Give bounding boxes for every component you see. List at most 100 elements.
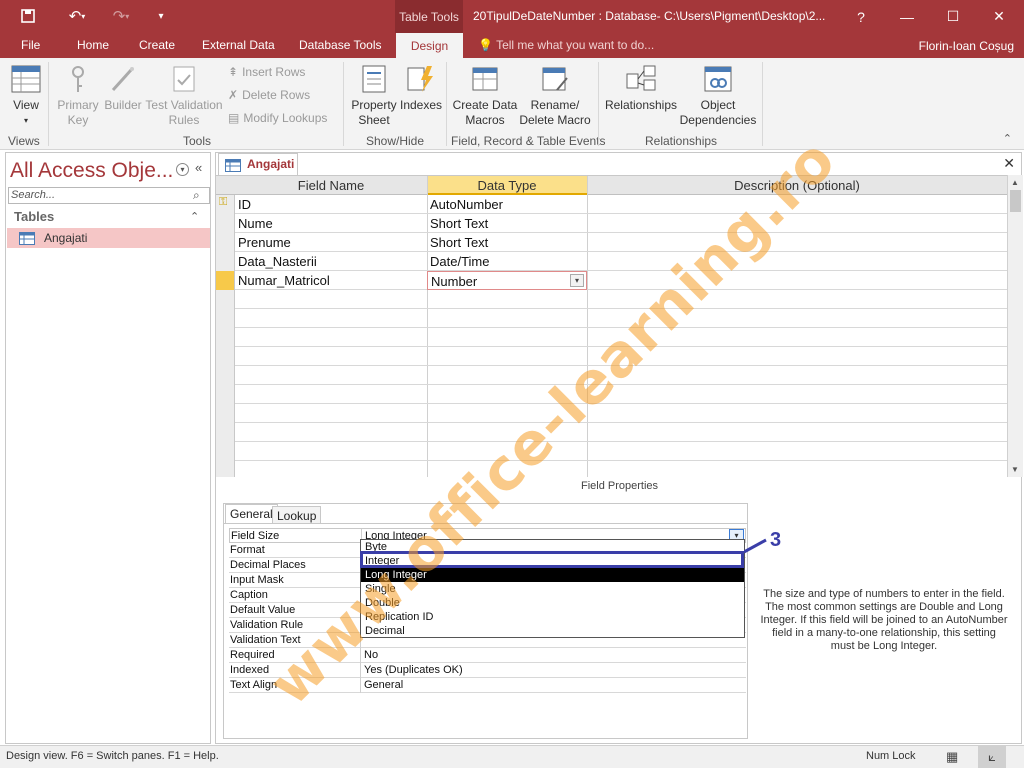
tab-design[interactable]: Design [396,33,463,58]
undo-icon[interactable]: ↶ ▾ [62,6,92,26]
collapse-section-icon[interactable]: ⌃ [190,210,199,223]
prop-row[interactable]: Required No [229,648,746,663]
header-field-name[interactable]: Field Name [235,176,427,195]
empty-row[interactable] [216,328,1007,347]
row-selector[interactable] [216,461,235,477]
table-row[interactable]: Data_Nasterii Date/Time [216,252,1007,271]
scroll-up-icon[interactable]: ▲ [1011,178,1019,187]
table-row[interactable]: ⚿ ID AutoNumber [216,195,1007,214]
row-selector[interactable] [216,290,235,309]
option-double[interactable]: Double [361,596,744,610]
row-selector[interactable] [216,233,235,252]
save-icon[interactable] [18,6,38,26]
minimize-button[interactable]: — [884,0,930,33]
prop-value[interactable]: No [362,648,746,663]
row-selector[interactable] [216,252,235,271]
header-description[interactable]: Description (Optional) [587,176,1007,195]
empty-row[interactable] [216,404,1007,423]
row-selector[interactable] [216,309,235,328]
row-selector[interactable] [216,214,235,233]
builder-button[interactable]: Builder [102,58,144,113]
tab-home[interactable]: Home [77,38,109,52]
table-row-selected[interactable]: Numar_Matricol Number ▾ [216,271,1007,290]
chevron-down-icon[interactable]: ▾ [570,274,584,287]
row-selector[interactable] [216,423,235,442]
row-selector[interactable] [216,442,235,461]
vertical-scrollbar[interactable]: ▲ ▼ [1007,175,1023,477]
insert-rows-button[interactable]: ⇞ Insert Rows [228,65,305,79]
data-type-select[interactable]: Number ▾ [427,271,587,290]
nav-section-tables[interactable]: Tables [14,209,54,224]
option-replication-id[interactable]: Replication ID [361,610,744,624]
option-decimal[interactable]: Decimal [361,624,744,638]
rename-delete-macro-button[interactable]: Rename/ Delete Macro [518,58,592,128]
empty-row[interactable] [216,290,1007,309]
data-type-cell[interactable]: Short Text [427,214,488,233]
row-selector[interactable] [216,385,235,404]
modify-lookups-button[interactable]: ▤ Modify Lookups [228,111,327,125]
doc-tab-angajati[interactable]: Angajati [218,153,298,175]
scroll-down-icon[interactable]: ▼ [1011,465,1019,474]
prop-value[interactable]: General [362,678,746,693]
empty-row[interactable] [216,309,1007,328]
field-name-cell[interactable]: ID [235,195,251,214]
option-single[interactable]: Single [361,582,744,596]
view-button[interactable]: View ▾ [6,58,46,128]
empty-row[interactable] [216,423,1007,442]
tab-database-tools[interactable]: Database Tools [299,38,382,52]
row-selector[interactable] [216,328,235,347]
nav-search-input[interactable]: Search... [8,187,210,204]
close-doc-icon[interactable]: ✕ [1003,155,1015,172]
maximize-button[interactable]: ☐ [930,0,976,33]
user-name[interactable]: Florin-Ioan Coșug [919,39,1014,53]
prop-row[interactable]: Text Align General [229,678,746,693]
delete-rows-button[interactable]: ✗ Delete Rows [228,88,310,102]
header-data-type[interactable]: Data Type [427,176,587,195]
datasheet-view-icon[interactable]: ▦ [946,749,958,765]
scroll-thumb[interactable] [1010,190,1021,212]
data-type-cell[interactable]: Date/Time [427,252,489,271]
field-name-cell[interactable]: Numar_Matricol [235,271,330,290]
row-selector[interactable] [216,366,235,385]
customize-qat-icon[interactable]: ▾ [151,6,171,26]
object-dependencies-button[interactable]: Object Dependencies [678,58,758,128]
search-icon[interactable]: ⌕ [193,188,200,203]
table-row[interactable]: Nume Short Text [216,214,1007,233]
indexes-button[interactable]: Indexes [400,58,442,113]
prop-row[interactable]: Indexed Yes (Duplicates OK) [229,663,746,678]
tell-me-search[interactable]: 💡 Tell me what you want to do... [478,38,654,52]
field-name-cell[interactable]: Prenume [235,233,291,252]
nav-item-angajati[interactable]: Angajati [7,228,210,248]
help-button[interactable]: ? [838,0,884,33]
row-selector[interactable]: ⚿ [216,195,235,214]
data-type-cell[interactable]: AutoNumber [427,195,503,214]
field-name-cell[interactable]: Data_Nasterii [235,252,317,271]
empty-row[interactable] [216,442,1007,461]
redo-icon[interactable]: ↷ ▾ [106,6,136,26]
row-selector[interactable] [216,271,235,290]
tab-lookup[interactable]: Lookup [272,506,322,523]
empty-row[interactable] [216,347,1007,366]
collapse-ribbon-icon[interactable]: ⌃ [1003,132,1012,145]
field-name-cell[interactable]: Nume [235,214,273,233]
empty-row[interactable] [216,366,1007,385]
empty-row[interactable] [216,385,1007,404]
empty-row[interactable] [216,461,1007,477]
design-view-icon[interactable]: ⟀ [978,746,1006,768]
table-row[interactable]: Prenume Short Text [216,233,1007,252]
tab-file[interactable]: File [21,38,40,52]
prop-value[interactable]: Yes (Duplicates OK) [362,663,746,678]
row-selector[interactable] [216,404,235,423]
test-validation-rules-button[interactable]: Test Validation Rules [144,58,224,128]
row-selector[interactable] [216,347,235,366]
tab-external-data[interactable]: External Data [202,38,275,52]
primary-key-button[interactable]: Primary Key [54,58,102,128]
relationships-button[interactable]: Relationships [602,58,680,113]
tab-general[interactable]: General [225,504,278,523]
nav-pane-title[interactable]: All Access Obje... [10,159,173,183]
property-sheet-button[interactable]: Property Sheet [348,58,400,128]
option-long-integer[interactable]: Long Integer [361,568,744,582]
tab-create[interactable]: Create [139,38,175,52]
nav-menu-icon[interactable]: ▾ [176,163,189,176]
data-type-cell[interactable]: Short Text [427,233,488,252]
